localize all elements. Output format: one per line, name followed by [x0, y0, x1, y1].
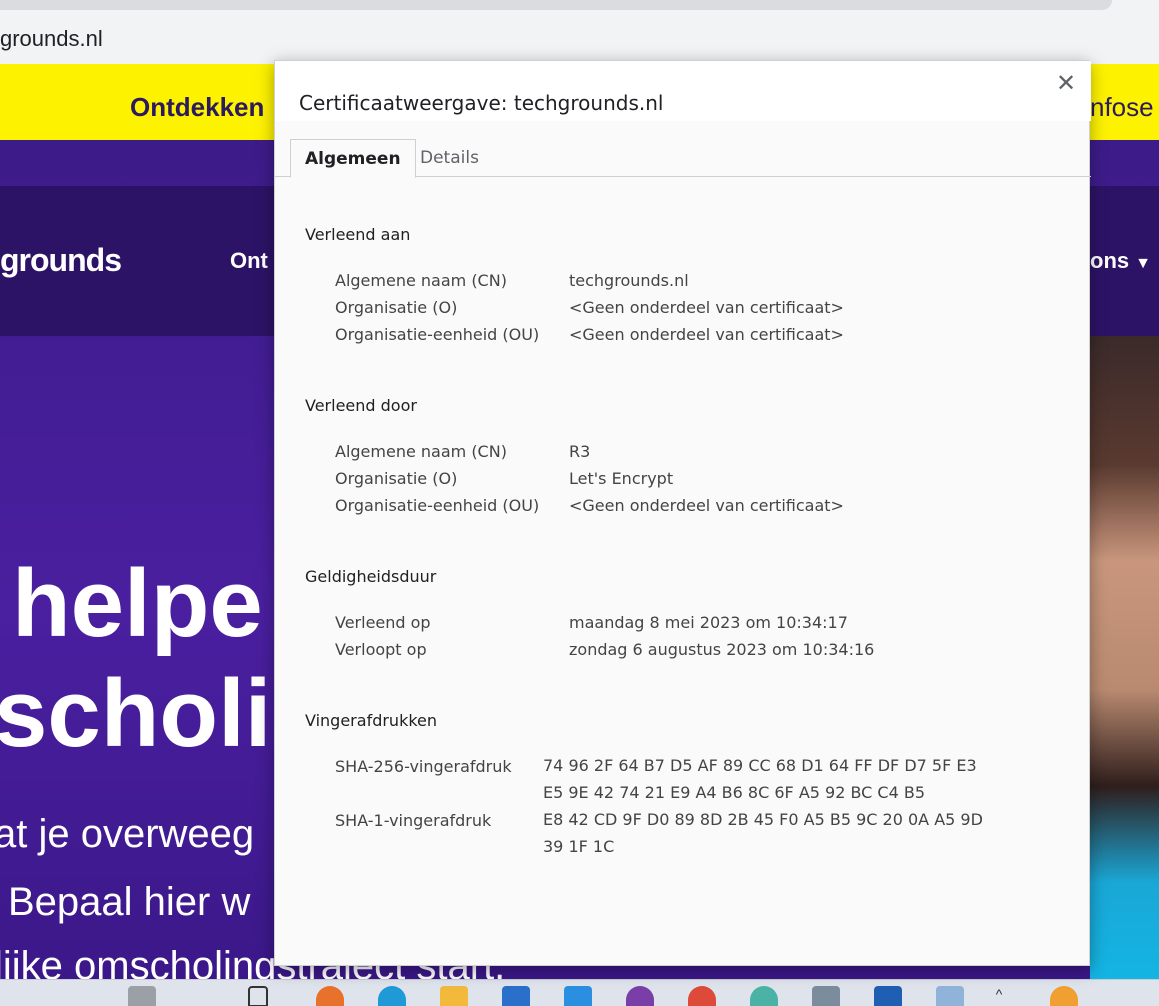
sha1-value: E8 42 CD 9F D0 89 8D 2B 45 F0 A5 B5 9C 2… [543, 810, 983, 856]
windows-taskbar: ^ [0, 979, 1159, 1006]
nav-item-ontdekken[interactable]: Ont [230, 248, 268, 274]
address-bar-url[interactable]: grounds.nl [0, 26, 103, 52]
caret-down-icon: ▼ [1135, 255, 1151, 272]
certificate-dialog: Certificaatweergave: techgrounds.nl ✕ Al… [274, 60, 1091, 966]
site-logo[interactable]: grounds [0, 242, 122, 279]
window-app-icon[interactable] [936, 986, 964, 1006]
issued-to-o-value: <Geen onderdeel van certificaat> [569, 298, 844, 317]
validity-expires-label: Verloopt op [335, 640, 427, 659]
dialog-tabs: Algemeen Details [275, 139, 1091, 178]
firefox-icon[interactable] [316, 986, 344, 1006]
validity-expires-value: zondag 6 augustus 2023 om 10:34:16 [569, 640, 875, 659]
hero-heading-line2: scholi [0, 660, 272, 767]
chevron-up-icon[interactable]: ^ [990, 986, 1008, 1006]
edge-icon[interactable] [378, 986, 406, 1006]
file-explorer-icon[interactable] [440, 986, 468, 1006]
vscode-icon[interactable] [564, 986, 592, 1006]
hero-text-line2: Bepaal hier w [8, 880, 251, 924]
banner-link-left[interactable]: Ontdekken [130, 92, 264, 123]
app-purple-icon[interactable] [626, 986, 654, 1006]
validity-issued-value: maandag 8 mei 2023 om 10:34:17 [569, 613, 848, 632]
close-icon[interactable]: ✕ [1053, 71, 1079, 97]
dialog-title: Certificaatweergave: techgrounds.nl [299, 91, 664, 115]
taskbar-widget-icon[interactable] [128, 986, 156, 1006]
issued-to-cn-value: techgrounds.nl [569, 271, 689, 290]
section-title-fingerprints: Vingerafdrukken [305, 711, 438, 730]
sha256-label: SHA-256-vingerafdruk [335, 757, 512, 776]
section-title-issued-by: Verleend door [305, 396, 417, 415]
issued-to-ou-label: Organisatie-eenheid (OU) [335, 325, 540, 344]
tab-strip [0, 0, 1112, 10]
chrome-icon[interactable] [688, 986, 716, 1006]
dialog-header: Certificaatweergave: techgrounds.nl ✕ [275, 61, 1091, 121]
section-title-issued-to: Verleend aan [305, 225, 411, 244]
browser-toolbar: grounds.nl [0, 0, 1159, 64]
slack-icon[interactable] [750, 986, 778, 1006]
hero-photo [1090, 336, 1159, 979]
sha1-label: SHA-1-vingerafdruk [335, 811, 492, 830]
hero-heading-line1: helpe [12, 550, 263, 657]
hero-text-line1: at je overweeg [0, 812, 255, 856]
issued-to-o-label: Organisatie (O) [335, 298, 458, 317]
issued-to-cn-label: Algemene naam (CN) [335, 271, 507, 290]
issued-by-o-value: Let's Encrypt [569, 469, 674, 488]
nav-item-right-label: ons [1090, 248, 1130, 273]
tab-details[interactable]: Details [406, 139, 493, 177]
notepad-icon[interactable] [812, 986, 840, 1006]
issued-by-ou-label: Organisatie-eenheid (OU) [335, 496, 540, 515]
task-view-icon[interactable] [248, 986, 268, 1006]
nav-item-right[interactable]: ons ▼ [1090, 248, 1151, 274]
section-title-validity: Geldigheidsduur [305, 567, 437, 586]
powershell-icon[interactable] [874, 986, 902, 1006]
issued-by-cn-label: Algemene naam (CN) [335, 442, 507, 461]
issued-by-ou-value: <Geen onderdeel van certificaat> [569, 496, 844, 515]
issued-by-o-label: Organisatie (O) [335, 469, 458, 488]
weather-icon[interactable] [1050, 986, 1078, 1006]
issued-by-cn-value: R3 [569, 442, 591, 461]
banner-text-right: nfose [1090, 92, 1154, 122]
validity-issued-label: Verleend op [335, 613, 431, 632]
store-icon[interactable] [502, 986, 530, 1006]
sha256-value: 74 96 2F 64 B7 D5 AF 89 CC 68 D1 64 FF D… [543, 756, 977, 802]
issued-to-ou-value: <Geen onderdeel van certificaat> [569, 325, 844, 344]
tab-algemeen[interactable]: Algemeen [290, 139, 416, 178]
